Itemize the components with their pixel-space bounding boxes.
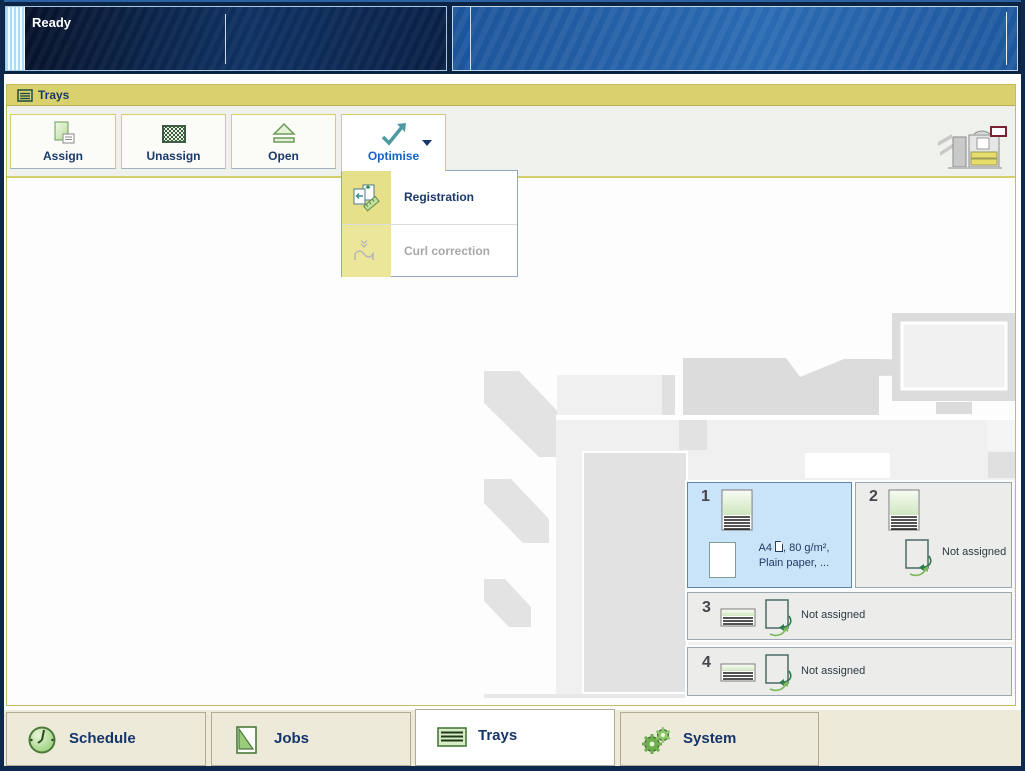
- tray-number: 2: [869, 488, 878, 506]
- status-panel-divider: [225, 14, 226, 64]
- optimise-button-label-wrap: Open: [232, 149, 335, 163]
- tab-schedule-label: Schedule: [69, 730, 136, 747]
- media-weight: , 80 g/m²,: [783, 542, 829, 554]
- tray-number: 4: [702, 654, 711, 672]
- gears-icon: [641, 725, 673, 760]
- tab-schedule[interactable]: Schedule: [6, 712, 206, 766]
- paper-stack-icon: [888, 489, 920, 536]
- tray-status: Not assigned: [942, 546, 1006, 558]
- panel-title-bar: Trays: [7, 85, 1015, 106]
- media-color-swatch: [709, 542, 736, 578]
- curl-correction-icon: [352, 238, 380, 271]
- tray-icon: [17, 89, 33, 107]
- tray-status: Not assigned: [801, 665, 865, 677]
- assign-button-label: Assign: [11, 149, 115, 163]
- open-icon: [232, 120, 335, 148]
- tab-trays-label: Trays: [478, 727, 517, 744]
- paper-stack-icon: [721, 489, 753, 536]
- menu-item-curl-correction-label: Curl correction: [404, 244, 490, 258]
- portrait-page-icon: [775, 541, 783, 552]
- assign-icon: [11, 120, 115, 148]
- tab-jobs-label: Jobs: [274, 730, 309, 747]
- registration-icon: [352, 184, 380, 217]
- not-assigned-icon: [764, 598, 794, 643]
- not-assigned-icon: [764, 653, 794, 698]
- tray-number: 1: [701, 488, 710, 506]
- message-panel: [452, 6, 1018, 71]
- window-top-edge: [0, 0, 1025, 2]
- printer-status-icon: [936, 126, 1008, 177]
- status-panel: Ready: [5, 6, 447, 71]
- tray-status: Not assigned: [801, 609, 865, 621]
- tray-panel-3[interactable]: 3 Not assigned: [687, 592, 1012, 640]
- unassign-button[interactable]: Unassign: [121, 114, 226, 169]
- tray-panel-1[interactable]: 1 A4 , 80 g/m², Plain paper, ...: [687, 482, 852, 588]
- tab-trays[interactable]: Trays: [415, 709, 615, 766]
- optimise-button[interactable]: Optimise: [341, 114, 446, 171]
- menu-item-curl-correction[interactable]: Curl correction: [342, 224, 517, 277]
- assign-button[interactable]: Assign: [10, 114, 116, 169]
- open-button[interactable]: Open: [231, 114, 336, 169]
- jobs-icon: [232, 725, 262, 760]
- tray-number: 3: [702, 599, 711, 617]
- paper-stack-icon-flat: [720, 663, 756, 687]
- tab-system-label: System: [683, 730, 736, 747]
- window-right-edge: [1021, 0, 1025, 771]
- clock-icon: [27, 725, 57, 760]
- media-size: A4: [759, 542, 772, 554]
- status-header: Ready: [0, 0, 1025, 74]
- paper-stack-icon-flat: [720, 608, 756, 632]
- tab-system[interactable]: System: [620, 712, 819, 766]
- panel-title: Trays: [38, 88, 69, 102]
- tab-jobs[interactable]: Jobs: [211, 712, 411, 766]
- menu-item-registration-label: Registration: [404, 190, 474, 204]
- unassign-icon: [122, 120, 225, 148]
- printer-controller-app: Ready Trays: [0, 0, 1025, 771]
- optimise-button-label: Optimise: [342, 149, 445, 163]
- unassign-button-label: Unassign: [122, 149, 225, 163]
- media-type: Plain paper, ...: [759, 557, 829, 569]
- trays-icon: [436, 722, 468, 757]
- window-left-edge: [0, 0, 4, 771]
- tray-panel-4[interactable]: 4 Not assigned: [687, 647, 1012, 696]
- message-panel-divider: [470, 7, 471, 70]
- optimise-menu: Registration Curl correction: [341, 170, 518, 277]
- tray-media-description: A4 , 80 g/m², Plain paper, ...: [740, 541, 848, 571]
- printer-status-text: Ready: [32, 15, 71, 30]
- message-panel-right-divider: [1006, 12, 1007, 65]
- window-bottom-edge: [0, 766, 1025, 771]
- menu-item-registration[interactable]: Registration: [342, 171, 517, 224]
- optimise-dropdown-caret: [422, 140, 432, 146]
- tray-panel-2[interactable]: 2 Not assigned: [855, 482, 1012, 588]
- status-stripes-decoration: [6, 7, 25, 70]
- not-assigned-icon: [904, 538, 934, 583]
